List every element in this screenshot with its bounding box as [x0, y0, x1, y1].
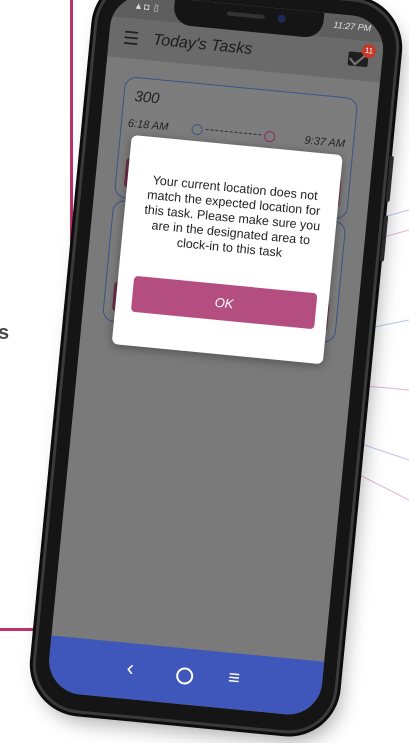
status-time: 11:27 PM	[332, 19, 372, 34]
background-text-fragment: s	[0, 322, 10, 344]
dialog-message: Your current location does not match the…	[143, 173, 321, 260]
task-end-time: 9:37 AM	[303, 134, 346, 151]
page-title: Today's Tasks	[152, 31, 254, 59]
phone-screen: ▲◘ ▯ 11:27 PM ☰ Today's Tasks 11 300 6:1…	[46, 0, 387, 718]
timeline-end-dot	[263, 130, 276, 143]
phone-frame: ▲◘ ▯ 11:27 PM ☰ Today's Tasks 11 300 6:1…	[31, 0, 401, 735]
task-name: 300	[133, 88, 161, 108]
front-camera	[277, 14, 286, 24]
home-circle-icon[interactable]	[175, 666, 194, 686]
hamburger-menu-icon[interactable]: ☰	[122, 28, 140, 50]
location-mismatch-dialog: Your current location does not match the…	[111, 134, 343, 365]
ok-button[interactable]: OK	[130, 275, 318, 330]
system-navigation-bar: ‹ ≡	[46, 635, 325, 718]
mail-icon[interactable]: 11	[347, 43, 377, 68]
back-chevron-icon[interactable]: ‹	[125, 655, 136, 682]
phone-volume-button	[385, 155, 394, 202]
notification-badge: 11	[361, 43, 377, 59]
recent-apps-icon[interactable]: ≡	[227, 667, 241, 691]
speaker-grille	[226, 11, 265, 20]
task-start-time: 6:18 AM	[127, 117, 169, 134]
decorative-line-vertical	[70, 0, 73, 310]
timeline-start-dot	[191, 123, 204, 136]
status-icons: ▲◘ ▯	[133, 0, 161, 13]
timeline-dashed-line	[205, 128, 262, 136]
